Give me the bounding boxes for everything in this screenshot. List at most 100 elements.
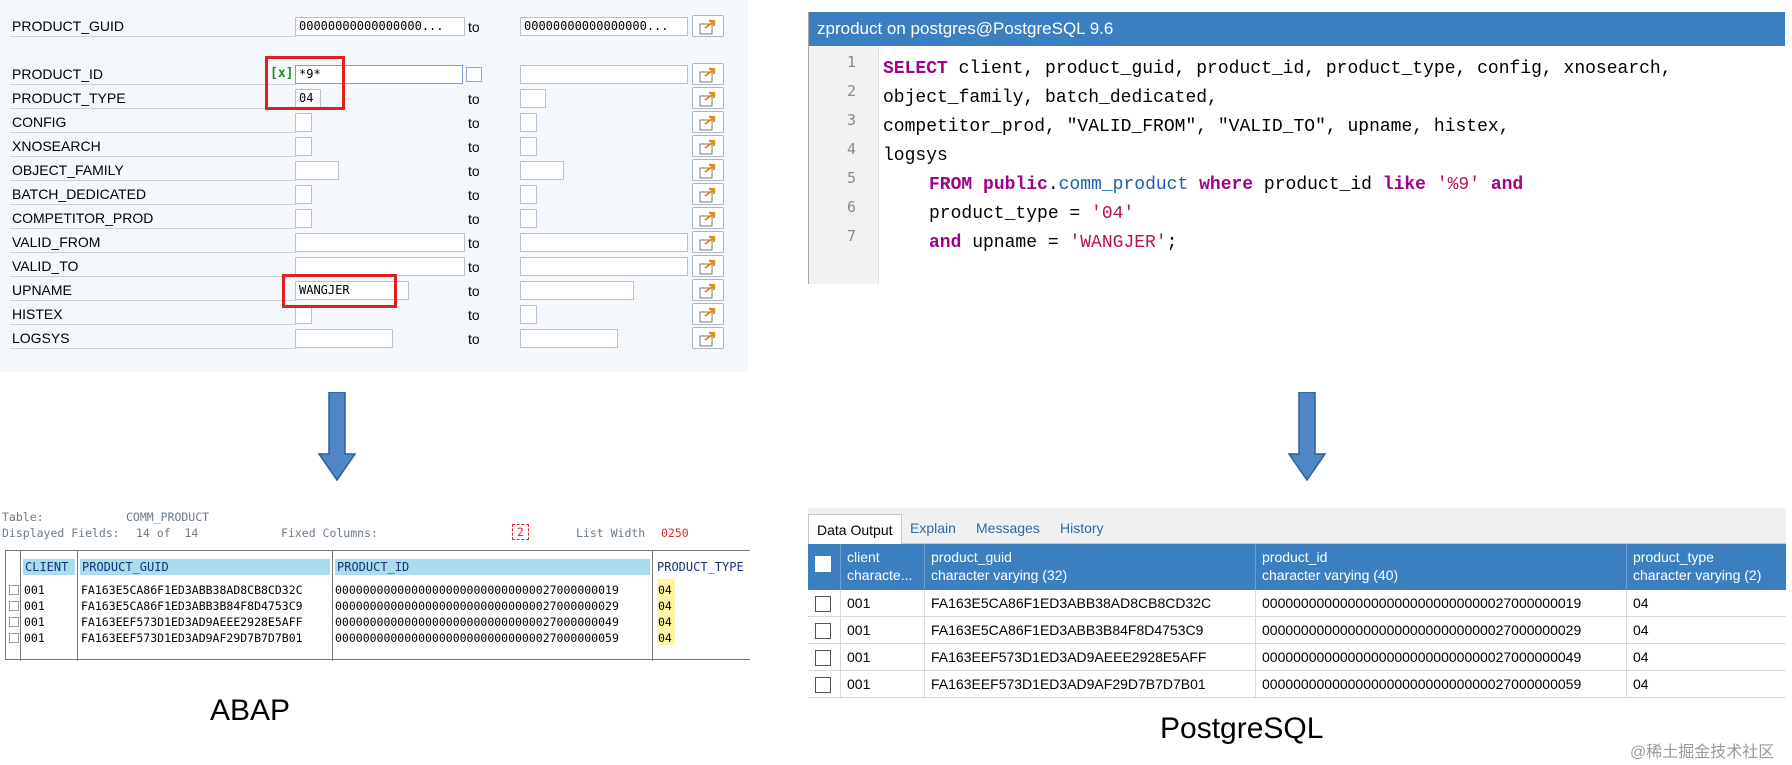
sel-row-product-guid: PRODUCT_GUID 00000000000000000... to 000… bbox=[0, 14, 748, 38]
multiple-selection-button[interactable] bbox=[692, 15, 724, 37]
multiple-selection-icon bbox=[699, 68, 715, 83]
cell-product-guid: FA163E5CA86F1ED3ABB38AD8CB8CD32C bbox=[81, 583, 303, 597]
cell-product-guid: FA163EEF573D1ED3AD9AF29D7B7D7B01 bbox=[924, 671, 1255, 698]
code-line-5[interactable]: FROM public.comm_product where product_i… bbox=[929, 175, 1523, 195]
tab-explain[interactable]: Explain bbox=[910, 520, 956, 536]
code-line-7[interactable]: and upname = 'WANGJER'; bbox=[929, 233, 1177, 253]
row-checkbox[interactable] bbox=[815, 623, 831, 639]
to-label: to bbox=[468, 187, 480, 203]
column-header-client[interactable]: client characte... bbox=[840, 544, 924, 590]
cell-product-type: 04 bbox=[1626, 590, 1786, 617]
row-checkbox[interactable] bbox=[9, 633, 19, 643]
product-id-high-input[interactable] bbox=[520, 65, 688, 84]
divider bbox=[10, 300, 296, 301]
valid-from-low-input[interactable] bbox=[295, 233, 465, 252]
down-arrow-icon bbox=[1287, 392, 1327, 482]
logsys-low-input[interactable] bbox=[295, 329, 393, 348]
sql-string: '04' bbox=[1091, 204, 1135, 224]
multiple-selection-button[interactable] bbox=[692, 207, 724, 229]
multiple-selection-button[interactable] bbox=[692, 111, 724, 133]
code-line-6[interactable]: product_type = '04' bbox=[929, 204, 1134, 224]
valid-from-high-input[interactable] bbox=[520, 233, 688, 252]
table-label: Table: bbox=[2, 510, 44, 524]
divider bbox=[10, 324, 296, 325]
xnosearch-high-input[interactable] bbox=[520, 137, 537, 156]
cell-product-guid: FA163EEF573D1ED3AD9AEEE2928E5AFF bbox=[81, 615, 303, 629]
batch-dedicated-low-input[interactable] bbox=[295, 185, 312, 204]
valid-to-high-input[interactable] bbox=[520, 257, 688, 276]
object-family-high-input[interactable] bbox=[520, 161, 564, 180]
code-line-4[interactable]: logsys bbox=[883, 146, 948, 166]
row-checkbox[interactable] bbox=[9, 617, 19, 627]
config-low-input[interactable] bbox=[295, 113, 312, 132]
sql-text: ; bbox=[1166, 233, 1178, 253]
tab-history[interactable]: History bbox=[1060, 520, 1104, 536]
code-line-2[interactable]: object_family, batch_dedicated, bbox=[883, 88, 1218, 108]
cell-product-type: 04 bbox=[658, 583, 672, 597]
competitor-prod-high-input[interactable] bbox=[520, 209, 537, 228]
column-header-product-id[interactable]: PRODUCT_ID bbox=[335, 559, 650, 575]
column-header-client[interactable]: CLIENT bbox=[23, 559, 75, 575]
multiple-selection-button[interactable] bbox=[692, 279, 724, 301]
sel-row-logsys: LOGSYS to bbox=[0, 326, 748, 350]
line-number: 5 bbox=[846, 169, 856, 187]
row-checkbox[interactable] bbox=[815, 677, 831, 693]
cell-product-type: 04 bbox=[658, 631, 672, 645]
multiple-selection-button[interactable] bbox=[692, 327, 724, 349]
row-checkbox[interactable] bbox=[9, 601, 19, 611]
value-help-icon[interactable] bbox=[466, 67, 482, 82]
table-row[interactable]: 001 FA163EEF573D1ED3AD9AEEE2928E5AFF 000… bbox=[808, 644, 1786, 671]
divider bbox=[10, 348, 296, 349]
competitor-prod-low-input[interactable] bbox=[295, 209, 312, 228]
tab-data-output[interactable]: Data Output bbox=[808, 514, 902, 545]
multiple-selection-button[interactable] bbox=[692, 183, 724, 205]
column-header-product-id[interactable]: product_id character varying (40) bbox=[1255, 544, 1626, 590]
config-high-input[interactable] bbox=[520, 113, 537, 132]
column-divider bbox=[77, 551, 78, 661]
batch-dedicated-high-input[interactable] bbox=[520, 185, 537, 204]
histex-high-input[interactable] bbox=[520, 305, 537, 324]
multiple-selection-button[interactable] bbox=[692, 231, 724, 253]
cell-product-type: 04 bbox=[658, 599, 672, 613]
divider bbox=[10, 84, 296, 85]
table-row[interactable]: 001 FA163EEF573D1ED3AD9AF29D7B7D7B01 000… bbox=[808, 671, 1786, 698]
column-header-product-type[interactable]: product_type character varying (2) bbox=[1626, 544, 1786, 590]
code-line-1[interactable]: SELECT client, product_guid, product_id,… bbox=[883, 59, 1672, 79]
multiple-selection-button[interactable] bbox=[692, 255, 724, 277]
logsys-high-input[interactable] bbox=[520, 329, 618, 348]
multiple-selection-button[interactable] bbox=[692, 63, 724, 85]
column-header-product-guid[interactable]: PRODUCT_GUID bbox=[80, 559, 330, 575]
fixed-columns-label: Fixed Columns: bbox=[281, 526, 378, 540]
table-row[interactable]: 001 FA163E5CA86F1ED3ABB38AD8CB8CD32C 000… bbox=[808, 590, 1786, 617]
multiple-selection-button[interactable] bbox=[692, 87, 724, 109]
row-checkbox[interactable] bbox=[815, 596, 831, 612]
product-guid-low-input[interactable]: 00000000000000000... bbox=[295, 17, 465, 36]
product-guid-high-input[interactable]: 00000000000000000... bbox=[520, 17, 688, 36]
cell-product-id: 0000000000000000000000000000002700000005… bbox=[1255, 671, 1626, 698]
multiple-selection-button[interactable] bbox=[692, 303, 724, 325]
row-checkbox[interactable] bbox=[9, 585, 19, 595]
abap-result-table: CLIENT PRODUCT_GUID PRODUCT_ID PRODUCT_T… bbox=[5, 550, 751, 661]
code-line-3[interactable]: competitor_prod, "VALID_FROM", "VALID_TO… bbox=[883, 117, 1510, 137]
to-label: to bbox=[468, 235, 480, 251]
object-family-low-input[interactable] bbox=[295, 161, 339, 180]
multiple-selection-button[interactable] bbox=[692, 159, 724, 181]
sql-keyword: where bbox=[1199, 175, 1254, 195]
xnosearch-low-input[interactable] bbox=[295, 137, 312, 156]
field-label: PRODUCT_ID bbox=[12, 66, 104, 82]
field-label: VALID_FROM bbox=[12, 234, 101, 250]
column-header-product-guid[interactable]: product_guid character varying (32) bbox=[924, 544, 1255, 590]
multiple-selection-button[interactable] bbox=[692, 135, 724, 157]
field-label: HISTEX bbox=[12, 306, 63, 322]
table-row[interactable]: 001 FA163E5CA86F1ED3ABB3B84F8D4753C9 000… bbox=[808, 617, 1786, 644]
sel-row-batch-dedicated: BATCH_DEDICATED to bbox=[0, 182, 748, 206]
tab-messages[interactable]: Messages bbox=[976, 520, 1040, 536]
row-checkbox[interactable] bbox=[815, 650, 831, 666]
sel-row-xnosearch: XNOSEARCH to bbox=[0, 134, 748, 158]
select-all-checkbox[interactable] bbox=[815, 556, 831, 572]
upname-high-input[interactable] bbox=[520, 281, 634, 300]
multiple-selection-icon bbox=[699, 140, 715, 155]
fixed-columns-input[interactable]: 2 bbox=[512, 524, 529, 540]
column-header-product-type[interactable]: PRODUCT_TYPE bbox=[655, 559, 751, 575]
product-type-high-input[interactable] bbox=[520, 89, 546, 108]
